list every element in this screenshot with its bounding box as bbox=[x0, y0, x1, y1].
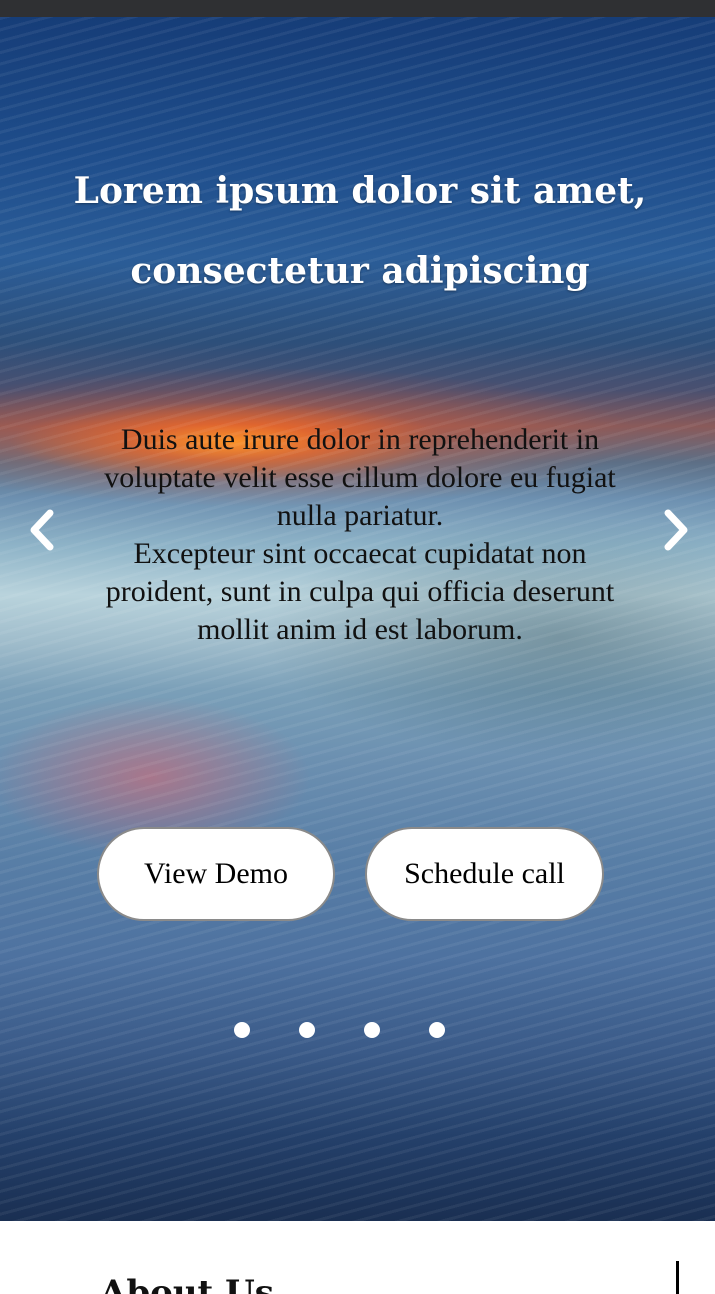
carousel-dot-4[interactable] bbox=[429, 1022, 445, 1038]
about-section: About Us bbox=[0, 1221, 715, 1294]
carousel-dot-1[interactable] bbox=[234, 1022, 250, 1038]
schedule-call-button[interactable]: Schedule call bbox=[365, 827, 604, 921]
carousel-dot-2[interactable] bbox=[299, 1022, 315, 1038]
chevron-right-icon bbox=[664, 509, 688, 551]
carousel-prev-button[interactable] bbox=[22, 505, 62, 555]
carousel-dot-3[interactable] bbox=[364, 1022, 380, 1038]
hero-carousel: Lorem ipsum dolor sit amet, consectetur … bbox=[0, 17, 715, 1221]
hero-title-line-1: Lorem ipsum dolor sit amet, bbox=[73, 170, 647, 213]
text-cursor-bar bbox=[676, 1261, 679, 1294]
view-demo-button[interactable]: View Demo bbox=[97, 827, 335, 921]
hero-paragraph-1: Duis aute irure dolor in reprehenderit i… bbox=[104, 423, 616, 532]
carousel-next-button[interactable] bbox=[656, 505, 696, 555]
hero-title-line-2: consectetur adipiscing bbox=[130, 250, 590, 293]
chevron-left-icon bbox=[30, 509, 54, 551]
hero-paragraph-2: Excepteur sint occaecat cupidatat non pr… bbox=[105, 537, 615, 646]
about-heading: About Us bbox=[100, 1273, 274, 1294]
hero-description: Duis aute irure dolor in reprehenderit i… bbox=[95, 421, 625, 649]
browser-top-bar bbox=[0, 0, 715, 17]
hero-title: Lorem ipsum dolor sit amet, consectetur … bbox=[60, 151, 660, 311]
